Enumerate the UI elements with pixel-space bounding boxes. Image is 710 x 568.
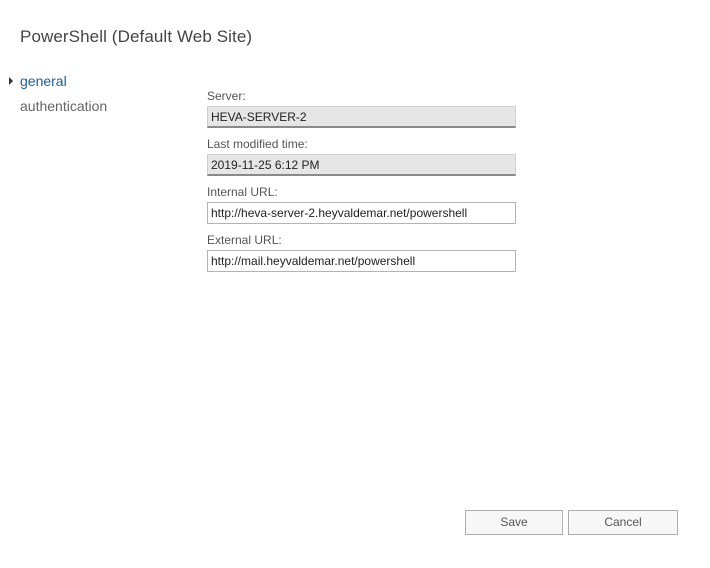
nav-item-label: general bbox=[20, 73, 67, 89]
general-form: Server: Last modified time: Internal URL… bbox=[207, 88, 517, 280]
nav-item-general[interactable]: general bbox=[8, 72, 107, 97]
save-button[interactable]: Save bbox=[465, 510, 563, 535]
last-modified-field bbox=[207, 154, 516, 176]
nav-menu: general authentication bbox=[8, 72, 107, 122]
server-label: Server: bbox=[207, 89, 246, 103]
server-field bbox=[207, 106, 516, 128]
internal-url-field[interactable] bbox=[207, 202, 516, 224]
nav-item-label: authentication bbox=[20, 98, 108, 114]
page-title: PowerShell (Default Web Site) bbox=[20, 27, 253, 46]
external-url-label: External URL: bbox=[207, 233, 282, 247]
nav-item-authentication[interactable]: authentication bbox=[8, 97, 107, 122]
internal-url-label: Internal URL: bbox=[207, 185, 278, 199]
external-url-field[interactable] bbox=[207, 250, 516, 272]
last-modified-label: Last modified time: bbox=[207, 137, 308, 151]
cancel-button[interactable]: Cancel bbox=[568, 510, 678, 535]
triangle-right-icon bbox=[9, 77, 13, 85]
